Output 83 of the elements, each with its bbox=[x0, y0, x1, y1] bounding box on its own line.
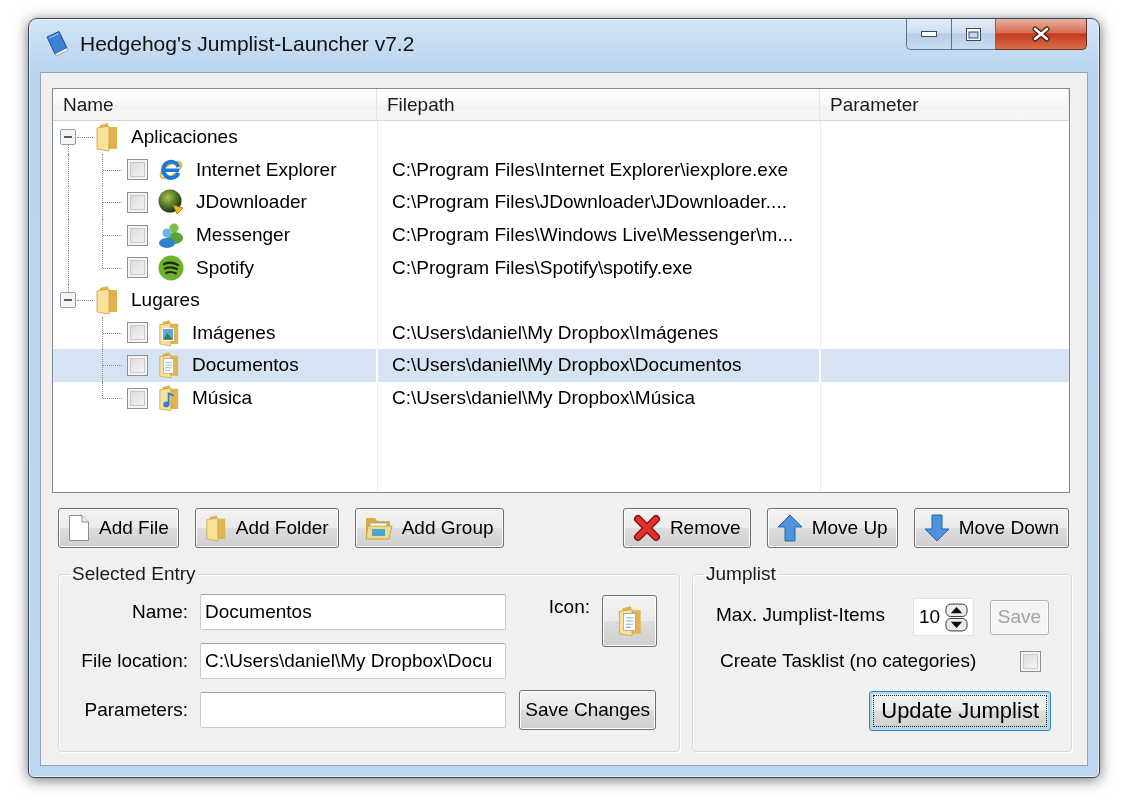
item-name: Messenger bbox=[196, 224, 290, 247]
column-header[interactable]: Filepath bbox=[377, 89, 820, 121]
tree-row[interactable]: Música C:\Users\daniel\My Dropbox\Música bbox=[53, 381, 1069, 415]
move-down-button[interactable]: Move Down bbox=[913, 508, 1069, 548]
tree-row[interactable]: Messenger C:\Program Files\Windows Live\Messenger\m... bbox=[53, 218, 1069, 252]
globe-icon bbox=[158, 189, 184, 216]
minimize-button[interactable] bbox=[906, 19, 951, 50]
tree-row[interactable]: Aplicaciones bbox=[53, 121, 1069, 154]
remove-button[interactable]: Remove bbox=[622, 508, 751, 548]
tree-row[interactable]: JDownloader C:\Program Files\JDownloader\JDownloader.... bbox=[53, 186, 1069, 219]
item-name: Documentos bbox=[192, 354, 299, 377]
tree-row[interactable]: Spotify C:\Program Files\Spotify\spotify.exe bbox=[53, 251, 1069, 284]
two-people-icon bbox=[158, 222, 184, 249]
minus-box-icon[interactable] bbox=[60, 129, 76, 146]
picture-folder-icon bbox=[158, 318, 180, 347]
folder-icon bbox=[95, 122, 119, 153]
spin-arrows-icon[interactable] bbox=[945, 602, 968, 632]
icon-label: Icon: bbox=[548, 596, 590, 618]
minus-box-icon[interactable] bbox=[60, 292, 76, 309]
checkbox[interactable] bbox=[1020, 650, 1041, 672]
field-label: Name: bbox=[132, 601, 188, 623]
x-icon bbox=[632, 514, 661, 542]
add-folder-button[interactable]: Add Folder bbox=[194, 508, 339, 548]
column-header[interactable]: Name bbox=[53, 89, 377, 121]
item-name: Imágenes bbox=[192, 321, 276, 344]
save-changes-button[interactable]: Save Changes bbox=[519, 690, 656, 730]
parameters-field[interactable] bbox=[200, 692, 506, 728]
file-path: C:\Users\daniel\My Dropbox\Documentos bbox=[392, 354, 742, 377]
file-path: C:\Program Files\Windows Live\Messenger\m... bbox=[392, 224, 794, 247]
item-name: Música bbox=[192, 387, 253, 410]
checkbox[interactable] bbox=[127, 322, 148, 344]
file-icon bbox=[68, 514, 90, 542]
checkbox[interactable] bbox=[127, 257, 148, 279]
checkbox[interactable] bbox=[127, 159, 148, 181]
tasklist-label: Create Tasklist (no categories) bbox=[720, 650, 978, 672]
group-title: Jumplist bbox=[705, 563, 777, 585]
add-file-button[interactable]: Add File bbox=[58, 508, 179, 548]
field-label: File location: bbox=[81, 650, 188, 672]
update-jumplist-button[interactable]: Update Jumplist bbox=[869, 691, 1051, 731]
icon-picker-button[interactable] bbox=[602, 595, 657, 647]
field-label: Parameters: bbox=[84, 699, 188, 721]
checkbox[interactable] bbox=[127, 354, 148, 376]
book-icon bbox=[44, 30, 70, 57]
move-up-button[interactable]: Move Up bbox=[766, 508, 898, 548]
maximize-button[interactable] bbox=[951, 19, 996, 50]
checkbox[interactable] bbox=[127, 224, 148, 246]
file-path: C:\Users\daniel\My Dropbox\Imágenes bbox=[392, 321, 719, 344]
add-group-button[interactable]: Add Group bbox=[354, 508, 504, 548]
maximize-icon bbox=[966, 27, 981, 41]
file-path: C:\Program Files\Internet Explorer\iexplore.exe bbox=[392, 158, 788, 181]
folder-icon bbox=[95, 285, 119, 316]
checkbox[interactable] bbox=[127, 192, 148, 213]
close-button[interactable] bbox=[996, 19, 1087, 50]
folder-icon bbox=[204, 514, 227, 542]
file-path: C:\Program Files\Spotify\spotify.exe bbox=[392, 256, 693, 279]
file-location-field[interactable]: C:\Users\daniel\My Dropbox\Docu bbox=[200, 643, 506, 679]
group-name: Aplicaciones bbox=[131, 126, 238, 149]
document-folder-icon bbox=[616, 605, 643, 637]
window-title: Hedgehog's Jumplist-Launcher v7.2 bbox=[80, 32, 415, 56]
file-path: C:\Program Files\JDownloader\JDownloader.... bbox=[392, 191, 787, 214]
minimize-icon bbox=[921, 31, 937, 37]
group-title: Selected Entry bbox=[71, 563, 197, 585]
tree-row[interactable]: Documentos C:\Users\daniel\My Dropbox\Documentos bbox=[53, 349, 1069, 382]
checkbox[interactable] bbox=[127, 387, 148, 409]
name-field[interactable]: Documentos bbox=[200, 594, 506, 630]
column-header[interactable]: Parameter bbox=[820, 89, 1069, 121]
file-path: C:\Users\daniel\My Dropbox\Música bbox=[392, 387, 696, 410]
close-icon bbox=[1032, 26, 1050, 42]
down-arrow-icon bbox=[923, 514, 950, 542]
up-arrow-icon bbox=[776, 514, 803, 542]
open-folder-icon bbox=[364, 516, 393, 540]
music-folder-icon bbox=[158, 384, 180, 413]
item-name: Spotify bbox=[196, 256, 255, 279]
number-spinner[interactable]: 10 bbox=[913, 598, 974, 636]
circle-waves-icon bbox=[158, 254, 184, 281]
item-name: JDownloader bbox=[196, 191, 307, 214]
tree-row[interactable]: Lugares bbox=[53, 283, 1069, 317]
group-name: Lugares bbox=[131, 289, 200, 312]
tree-row[interactable]: Imágenes C:\Users\daniel\My Dropbox\Imágenes bbox=[53, 316, 1069, 350]
item-name: Internet Explorer bbox=[196, 158, 337, 181]
tree-row[interactable]: Internet Explorer C:\Program Files\Internet Explorer\iexplore.exe bbox=[53, 153, 1069, 187]
max-items-label: Max. Jumplist-Items bbox=[716, 603, 886, 626]
document-folder-icon bbox=[158, 351, 180, 380]
